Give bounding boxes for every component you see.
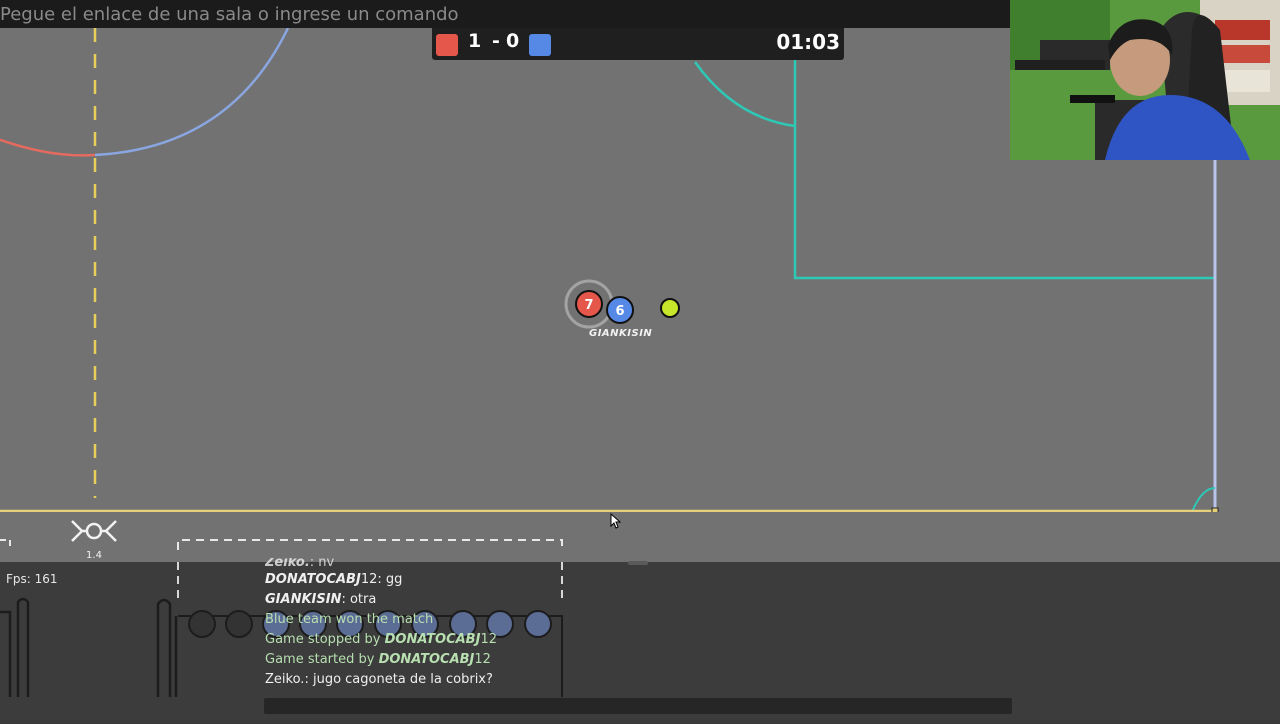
- chat-line: Zeiko.: nv: [265, 558, 335, 570]
- score-separator: -: [492, 30, 500, 52]
- left-post-line: [0, 610, 12, 697]
- red-player-number: 7: [584, 298, 593, 313]
- left-post: [16, 597, 30, 697]
- chat-input[interactable]: [264, 698, 1012, 714]
- blue-score: 0: [506, 30, 520, 52]
- command-input[interactable]: [0, 0, 1010, 28]
- goal-outline-top: [177, 539, 563, 550]
- minimap-label: 1.4: [86, 550, 102, 561]
- team-logo-icon: [71, 520, 117, 542]
- chat-system-message: Blue team won the match: [265, 612, 434, 627]
- chat-line: GIANKISIN: otra: [265, 592, 377, 607]
- mouse-cursor-icon: [610, 513, 622, 529]
- chat-line: DONATOCABJ12: gg: [265, 572, 403, 587]
- fps-counter: Fps: 161: [6, 572, 58, 586]
- chat-log: Zeiko.: nv DONATOCABJ12: gg GIANKISIN: o…: [265, 558, 825, 690]
- red-score: 1: [468, 30, 482, 52]
- scoreboard: 1 - 0 01:03: [432, 28, 844, 60]
- chat-system-message: Game stopped by DONATOCABJ12: [265, 632, 497, 647]
- chat-author: Zeiko.: [265, 672, 305, 687]
- webcam-overlay: [1010, 0, 1280, 160]
- goal-post: [156, 598, 178, 697]
- center-circle-red-arc: [0, 138, 96, 157]
- blue-team-swatch: [529, 34, 551, 56]
- chat-author: GIANKISIN: [265, 592, 342, 607]
- left-bracket: [0, 539, 11, 550]
- chat-system-message: Game started by DONATOCABJ12: [265, 652, 491, 667]
- command-bar: [0, 0, 1010, 28]
- chat-line: Zeiko.: jugo cagoneta de la cobrix?: [265, 672, 493, 687]
- lower-field-lines: 1.4: [0, 520, 563, 561]
- ball: [660, 298, 680, 318]
- goal-area-arc: [693, 61, 796, 128]
- chat-author: DONATOCABJ: [265, 572, 361, 587]
- red-team-swatch: [436, 34, 458, 56]
- blue-player-number: 6: [615, 304, 624, 319]
- player-name-label: GIANKISIN: [589, 328, 653, 339]
- streamer-webcam-image: [1010, 0, 1280, 160]
- lower-field-area: 1.4: [0, 512, 1280, 562]
- match-timer: 01:03: [776, 30, 840, 54]
- center-circle-blue-arc: [94, 28, 290, 157]
